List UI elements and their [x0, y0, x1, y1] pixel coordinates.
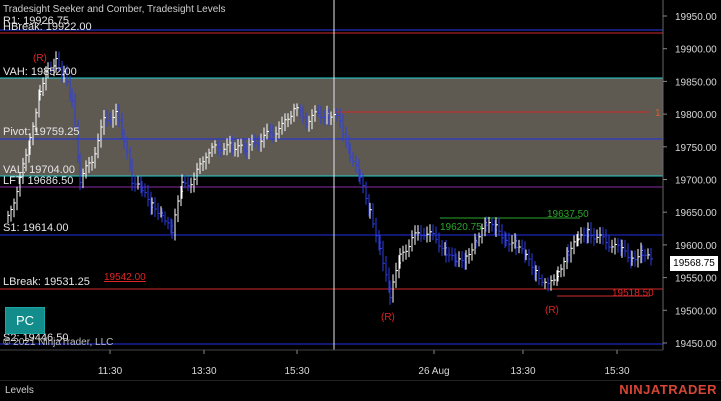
price-tick-label: 19950.00 [675, 12, 717, 23]
level-label-hbreak: HBreak: 19922.00 [3, 21, 92, 33]
reversal-marker: (R) [33, 53, 47, 64]
level-label-pivot: Pivot: 19759.25 [3, 126, 80, 138]
pc-button[interactable]: PC [5, 307, 45, 334]
reversal-marker: (R) [381, 312, 395, 323]
level-label-lbreak: LBreak: 19531.25 [3, 276, 90, 288]
red-annotation-19542: 19542.00 [104, 272, 146, 283]
price-tick-label: 19850.00 [675, 77, 717, 88]
price-tick-label: 19700.00 [675, 176, 717, 187]
time-tick-label: 13:30 [510, 366, 535, 377]
price-tick-label: 19450.00 [675, 339, 717, 350]
red-annotation-19518: 19518.50 [612, 288, 654, 299]
red-annotation-1: 1 [655, 108, 661, 119]
green-annotation-19620: 19620.75 [440, 222, 482, 233]
price-tick-label: 19900.00 [675, 45, 717, 56]
time-tick-label: 15:30 [284, 366, 309, 377]
price-tick-label: 19800.00 [675, 110, 717, 121]
bottom-bar [0, 380, 721, 401]
price-tick-label: 19600.00 [675, 241, 717, 252]
level-label-s1: S1: 19614.00 [3, 222, 69, 234]
time-tick-label: 13:30 [191, 366, 216, 377]
time-tick-label: 11:30 [98, 366, 123, 377]
copyright-text: © 2021 NinjaTrader, LLC [3, 337, 114, 348]
value-area-band [0, 78, 663, 176]
time-tick-label: 15:30 [604, 366, 629, 377]
time-tick-label: 26 Aug [418, 366, 449, 377]
level-label-vah: VAH: 19852.00 [3, 66, 77, 78]
reversal-marker: (R) [545, 305, 559, 316]
green-annotation-19637: 19637.50 [547, 209, 589, 220]
price-tick-label: 19750.00 [675, 143, 717, 154]
price-tick-label: 19500.00 [675, 306, 717, 317]
last-price-tag: 19568.75 [670, 256, 718, 271]
tab-levels[interactable]: Levels [5, 385, 34, 396]
ninjatrader-logo: NINJATRADER [619, 382, 717, 397]
price-tick-label: 19550.00 [675, 274, 717, 285]
price-tick-label: 19650.00 [675, 208, 717, 219]
level-label-lft: LFT: 19686.50 [3, 175, 74, 187]
